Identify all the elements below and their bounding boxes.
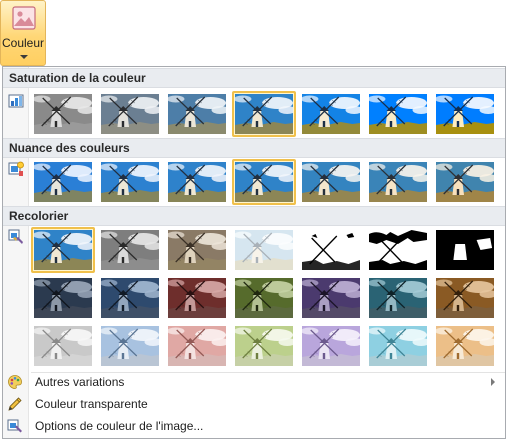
color-tone-icon — [8, 161, 24, 177]
windmill-preview-image — [436, 326, 494, 366]
color-variant-thumbnail[interactable] — [299, 323, 363, 369]
windmill-preview-image — [101, 326, 159, 366]
windmill-preview-image — [168, 326, 226, 366]
section-header-recolor: Recolorier — [3, 206, 505, 226]
windmill-preview-image — [369, 230, 427, 270]
windmill-preview-image — [302, 94, 360, 134]
windmill-preview-image — [34, 94, 92, 134]
transparent-color-menu-item[interactable]: Couleur transparente — [3, 394, 505, 415]
windmill-preview-image — [101, 278, 159, 318]
windmill-preview-image — [436, 94, 494, 134]
saturation-icon — [8, 93, 24, 109]
color-variant-thumbnail[interactable] — [366, 323, 430, 369]
color-variant-thumbnail[interactable] — [31, 323, 95, 369]
color-variant-thumbnail[interactable] — [31, 227, 95, 273]
color-variant-thumbnail[interactable] — [165, 323, 229, 369]
windmill-preview-image — [302, 278, 360, 318]
submenu-arrow-icon — [491, 378, 495, 386]
color-variant-thumbnail[interactable] — [31, 91, 95, 137]
windmill-preview-image — [436, 162, 494, 202]
windmill-preview-image — [34, 326, 92, 366]
windmill-preview-image — [101, 162, 159, 202]
color-button-label: Couleur — [1, 36, 45, 50]
color-variant-thumbnail[interactable] — [165, 275, 229, 321]
windmill-preview-image — [369, 326, 427, 366]
color-variant-thumbnail[interactable] — [366, 275, 430, 321]
color-variant-thumbnail[interactable] — [232, 91, 296, 137]
windmill-preview-image — [34, 230, 92, 270]
color-variant-thumbnail[interactable] — [98, 275, 162, 321]
color-variant-thumbnail[interactable] — [165, 91, 229, 137]
color-variant-thumbnail[interactable] — [299, 159, 363, 205]
color-variant-thumbnail[interactable] — [232, 323, 296, 369]
color-variant-thumbnail[interactable] — [366, 227, 430, 273]
color-options-icon — [7, 418, 23, 434]
color-variant-thumbnail[interactable] — [366, 159, 430, 205]
windmill-preview-image — [168, 278, 226, 318]
color-variant-thumbnail[interactable] — [433, 227, 497, 273]
color-variant-thumbnail[interactable] — [433, 275, 497, 321]
color-variant-thumbnail[interactable] — [299, 275, 363, 321]
color-variant-thumbnail[interactable] — [232, 227, 296, 273]
color-variant-thumbnail[interactable] — [299, 91, 363, 137]
windmill-preview-image — [302, 230, 360, 270]
more-variations-menu-item[interactable]: Autres variations — [3, 372, 505, 393]
recolor-icon — [8, 229, 24, 245]
color-variant-thumbnail[interactable] — [433, 159, 497, 205]
picture-color-options-label: Options de couleur de l'image... — [35, 419, 204, 433]
color-variant-thumbnail[interactable] — [31, 275, 95, 321]
picture-color-icon — [11, 5, 37, 31]
color-variant-thumbnail[interactable] — [31, 159, 95, 205]
windmill-preview-image — [436, 230, 494, 270]
windmill-preview-image — [436, 278, 494, 318]
section-header-saturation: Saturation de la couleur — [3, 68, 505, 88]
windmill-preview-image — [235, 162, 293, 202]
picture-color-options-menu-item[interactable]: Options de couleur de l'image... — [3, 416, 505, 437]
windmill-preview-image — [302, 162, 360, 202]
chevron-down-icon — [20, 55, 28, 59]
color-variant-thumbnail[interactable] — [232, 275, 296, 321]
more-variations-label: Autres variations — [35, 375, 125, 389]
windmill-preview-image — [34, 162, 92, 202]
windmill-preview-image — [168, 230, 226, 270]
windmill-preview-image — [235, 94, 293, 134]
transparent-color-pen-icon — [7, 396, 23, 412]
color-variant-thumbnail[interactable] — [433, 91, 497, 137]
windmill-preview-image — [369, 162, 427, 202]
color-gallery-panel: Saturation de la couleur Nuance des coul… — [2, 66, 506, 439]
palette-icon — [7, 374, 23, 390]
windmill-preview-image — [168, 162, 226, 202]
color-variant-thumbnail[interactable] — [433, 323, 497, 369]
windmill-preview-image — [168, 94, 226, 134]
color-variant-thumbnail[interactable] — [232, 159, 296, 205]
windmill-preview-image — [302, 326, 360, 366]
color-variant-thumbnail[interactable] — [165, 227, 229, 273]
color-ribbon-button[interactable]: Couleur — [0, 0, 46, 66]
windmill-preview-image — [235, 278, 293, 318]
windmill-preview-image — [369, 278, 427, 318]
color-variant-thumbnail[interactable] — [98, 159, 162, 205]
color-variant-thumbnail[interactable] — [98, 227, 162, 273]
windmill-preview-image — [369, 94, 427, 134]
section-header-color-tone: Nuance des couleurs — [3, 138, 505, 158]
transparent-color-label: Couleur transparente — [35, 397, 148, 411]
windmill-preview-image — [101, 230, 159, 270]
color-variant-thumbnail[interactable] — [98, 91, 162, 137]
color-variant-thumbnail[interactable] — [165, 159, 229, 205]
windmill-preview-image — [101, 94, 159, 134]
windmill-preview-image — [34, 278, 92, 318]
color-variant-thumbnail[interactable] — [366, 91, 430, 137]
windmill-preview-image — [235, 230, 293, 270]
windmill-preview-image — [235, 326, 293, 366]
color-variant-thumbnail[interactable] — [98, 323, 162, 369]
color-variant-thumbnail[interactable] — [299, 227, 363, 273]
